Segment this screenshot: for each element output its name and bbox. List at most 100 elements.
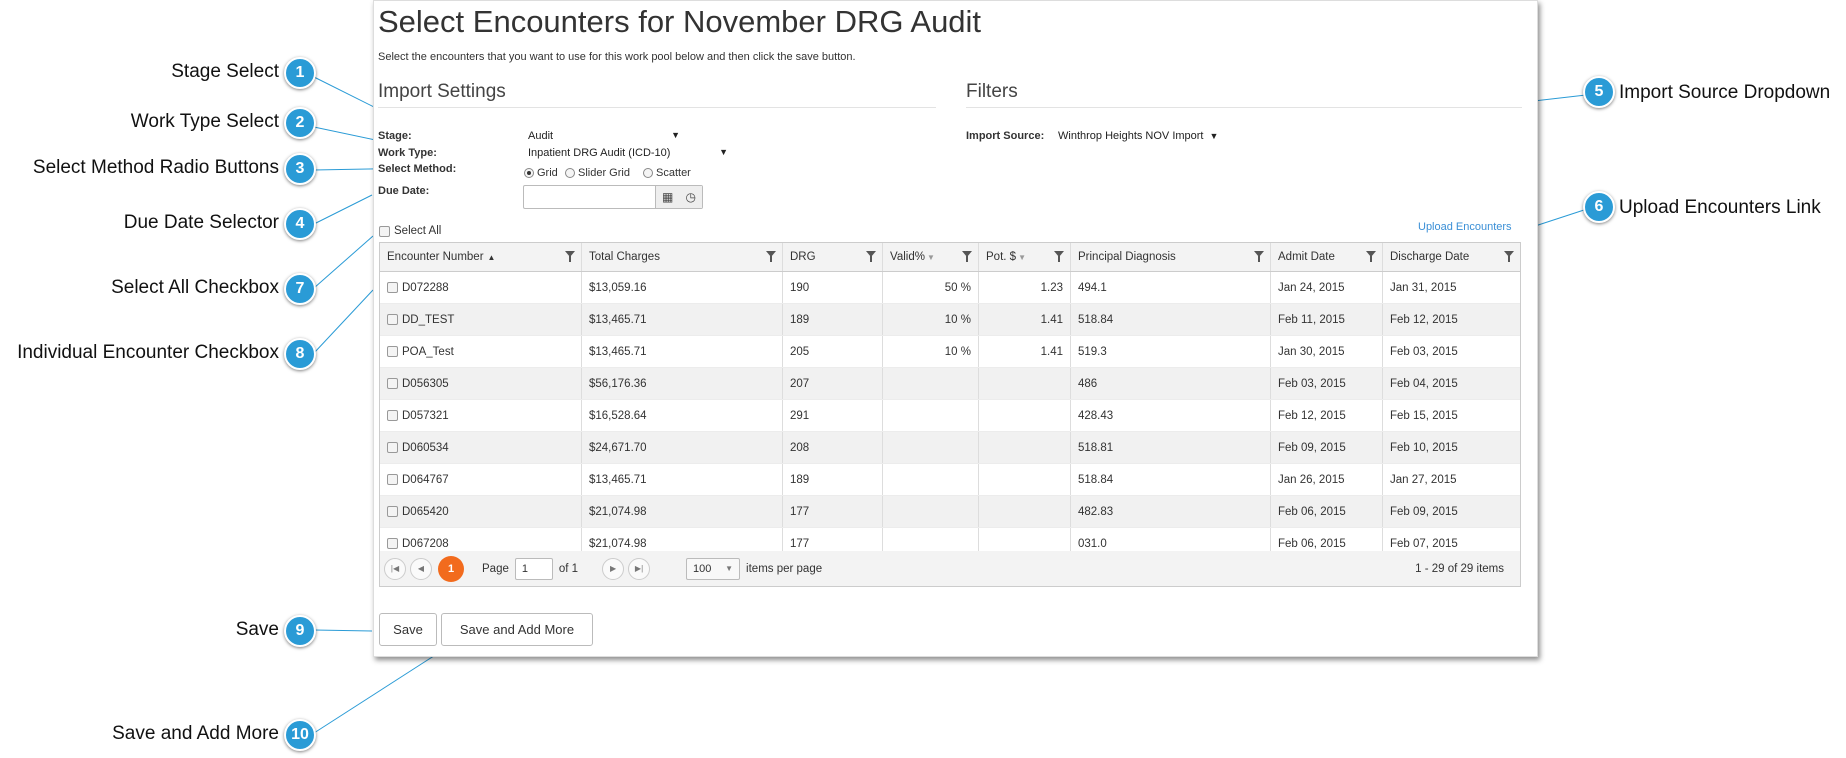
table-row[interactable]: D065420 $21,074.98 177 482.83 Feb 06, 2015 Fe… xyxy=(380,496,1520,528)
table-cell-text: 50 % xyxy=(944,281,971,294)
import-source-select[interactable]: Winthrop Heights NOV Import ▼ xyxy=(1058,130,1218,142)
save-and-add-more-button[interactable]: Save and Add More xyxy=(441,613,593,646)
encounter-checkbox[interactable] xyxy=(387,378,398,389)
table-cell xyxy=(883,432,979,463)
table-cell-text: $13,059.16 xyxy=(589,281,647,294)
callout-label-upload-encounters: Upload Encounters Link xyxy=(1619,197,1821,218)
checkbox-icon[interactable] xyxy=(379,225,390,237)
table-cell xyxy=(979,400,1071,431)
table-cell-text: D057321 xyxy=(402,409,449,422)
table-cell: 189 xyxy=(783,464,883,495)
table-cell: 428.43 xyxy=(1071,400,1271,431)
filter-icon[interactable] xyxy=(1366,251,1376,262)
table-row[interactable]: POA_Test $13,465.71 205 10 % 1.41 519.3 Jan 30… xyxy=(380,336,1520,368)
clock-icon[interactable]: ◷ xyxy=(685,190,695,204)
radio-unselected-icon[interactable] xyxy=(565,168,575,178)
encounter-checkbox[interactable] xyxy=(387,410,398,421)
table-cell: Feb 11, 2015 xyxy=(1271,304,1383,335)
work-type-select[interactable]: Inpatient DRG Audit (ICD-10) ▼ xyxy=(528,147,728,159)
page-input[interactable]: 1 xyxy=(514,557,553,580)
calendar-icon[interactable]: ▦ xyxy=(662,190,673,204)
table-row[interactable]: D060534 $24,671.70 208 518.81 Feb 09, 2015 Fe… xyxy=(380,432,1520,464)
col-drg[interactable]: DRG xyxy=(783,243,883,271)
table-cell-text: 205 xyxy=(790,345,810,358)
filter-icon[interactable] xyxy=(866,251,876,262)
upload-encounters-link[interactable]: Upload Encounters xyxy=(1418,221,1512,233)
stage-label: Stage: xyxy=(378,130,412,142)
prev-page-icon[interactable]: ◀ xyxy=(410,557,432,580)
table-row[interactable]: D064767 $13,465.71 189 518.84 Jan 26, 2015 Ja… xyxy=(380,464,1520,496)
table-cell: $13,465.71 xyxy=(582,304,783,335)
table-cell: D056305 xyxy=(380,368,582,399)
table-row[interactable]: D056305 $56,176.36 207 486 Feb 03, 2015 Feb 0… xyxy=(380,368,1520,400)
col-admit-date-label: Admit Date xyxy=(1278,251,1335,263)
select-method-label: Select Method: xyxy=(378,163,457,175)
table-cell-text: Feb 11, 2015 xyxy=(1278,313,1345,326)
filter-icon[interactable] xyxy=(565,251,575,262)
table-cell-text: Feb 12, 2015 xyxy=(1390,313,1458,326)
table-cell: Feb 15, 2015 xyxy=(1383,400,1520,431)
table-cell-text: 177 xyxy=(790,537,810,550)
select-all-checkbox[interactable]: Select All xyxy=(379,225,441,237)
encounter-checkbox[interactable] xyxy=(387,282,398,293)
next-page-icon[interactable]: ▶ xyxy=(602,557,625,580)
col-encounter-number[interactable]: Encounter Number ▲ xyxy=(380,243,582,271)
table-cell-text: 482.83 xyxy=(1078,505,1114,518)
col-principal-diagnosis-label: Principal Diagnosis xyxy=(1078,251,1176,263)
table-cell: 189 xyxy=(783,304,883,335)
first-page-icon[interactable]: |◀ xyxy=(384,557,406,580)
table-cell-text: 1.23 xyxy=(1040,281,1063,294)
filter-icon[interactable] xyxy=(1254,251,1264,262)
col-discharge-date[interactable]: Discharge Date xyxy=(1383,243,1520,271)
table-cell-text: $13,465.71 xyxy=(589,473,647,486)
current-page-button[interactable]: 1 xyxy=(438,555,464,582)
table-cell-text: 177 xyxy=(790,505,810,518)
encounter-checkbox[interactable] xyxy=(387,506,398,517)
encounter-checkbox[interactable] xyxy=(387,474,398,485)
filter-icon[interactable] xyxy=(766,251,776,262)
method-radio-slider-grid[interactable]: Slider Grid xyxy=(565,167,630,179)
filter-icon[interactable] xyxy=(962,251,972,262)
table-cell: DD_TEST xyxy=(380,304,582,335)
table-cell-text: 486 xyxy=(1078,377,1098,390)
table-cell-text: 518.84 xyxy=(1078,473,1114,486)
method-radio-grid[interactable]: Grid xyxy=(524,167,558,179)
table-cell: Feb 04, 2015 xyxy=(1383,368,1520,399)
col-pot-dollars[interactable]: Pot. $ ▼ xyxy=(979,243,1071,271)
stage-select-value: Audit xyxy=(528,130,554,142)
last-page-icon[interactable]: ▶| xyxy=(628,557,651,580)
radio-selected-icon[interactable] xyxy=(524,168,534,178)
table-row[interactable]: D057321 $16,528.64 291 428.43 Feb 12, 2015 Fe… xyxy=(380,400,1520,432)
table-row[interactable]: D072288 $13,059.16 190 50 % 1.23 494.1 Jan 24,… xyxy=(380,272,1520,304)
stage-select[interactable]: Audit ▼ xyxy=(528,130,680,142)
chevron-down-icon: ▼ xyxy=(671,130,680,140)
table-row[interactable]: DD_TEST $13,465.71 189 10 % 1.41 518.84 Feb 11… xyxy=(380,304,1520,336)
import-settings-heading: Import Settings xyxy=(378,81,506,102)
table-cell: 518.84 xyxy=(1071,304,1271,335)
col-principal-diagnosis[interactable]: Principal Diagnosis xyxy=(1071,243,1271,271)
table-cell-text: $24,671.70 xyxy=(589,441,647,454)
table-cell: Jan 26, 2015 xyxy=(1271,464,1383,495)
table-cell: 1.41 xyxy=(979,304,1071,335)
table-cell-text: 291 xyxy=(790,409,810,422)
table-cell: Jan 31, 2015 xyxy=(1383,272,1520,303)
page-title: Select Encounters for November DRG Audit xyxy=(378,4,982,39)
encounter-checkbox[interactable] xyxy=(387,442,398,453)
col-admit-date[interactable]: Admit Date xyxy=(1271,243,1383,271)
method-radio-scatter[interactable]: Scatter xyxy=(643,167,691,179)
callout-badge-10: 10 xyxy=(284,719,316,751)
table-cell-text: Jan 30, 2015 xyxy=(1278,345,1345,358)
table-cell-text: 1.41 xyxy=(1040,345,1063,358)
page-size-select[interactable]: 100 ▼ xyxy=(686,557,741,580)
save-button[interactable]: Save xyxy=(379,613,437,646)
due-date-field[interactable]: ▦ ◷ xyxy=(523,185,703,209)
filter-icon[interactable] xyxy=(1504,251,1514,262)
encounter-checkbox[interactable] xyxy=(387,538,398,549)
encounter-checkbox[interactable] xyxy=(387,346,398,357)
col-total-charges[interactable]: Total Charges xyxy=(582,243,783,271)
filter-icon[interactable] xyxy=(1054,251,1064,262)
encounter-checkbox[interactable] xyxy=(387,314,398,325)
table-cell-text: POA_Test xyxy=(402,345,454,358)
radio-unselected-icon[interactable] xyxy=(643,168,653,178)
col-valid-pct[interactable]: Valid% ▼ xyxy=(883,243,979,271)
